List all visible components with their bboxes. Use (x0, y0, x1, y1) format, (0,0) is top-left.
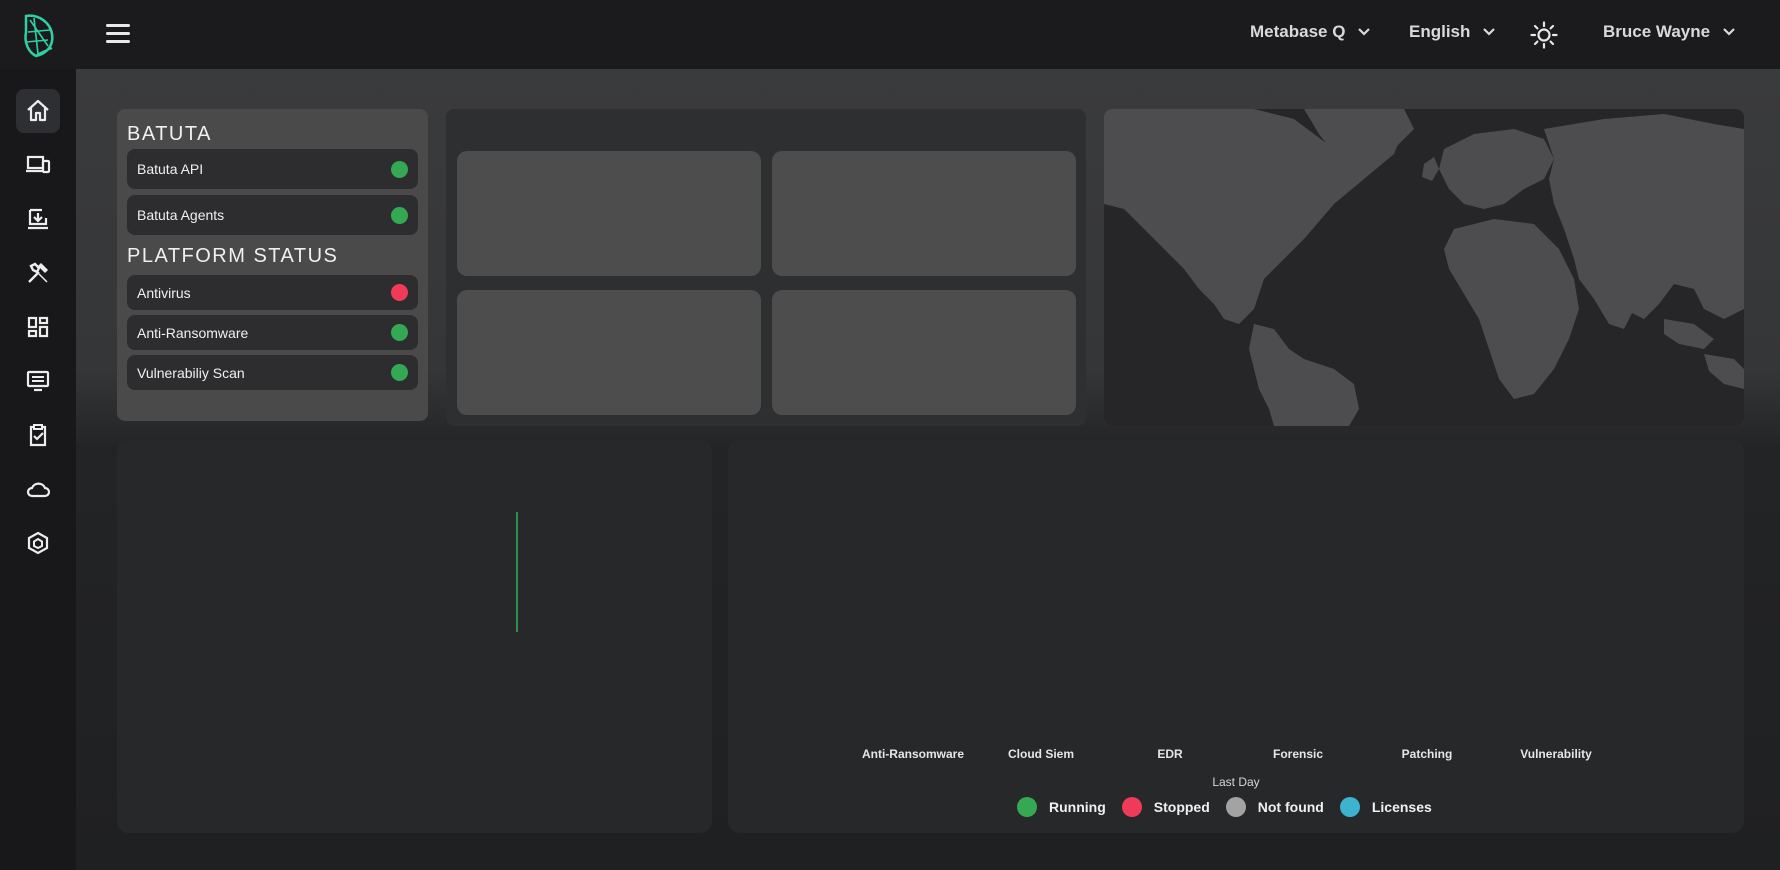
sidebar-item-dashboards[interactable] (16, 305, 60, 349)
chart-cursor-line (516, 512, 518, 632)
language-selector[interactable]: English (1409, 22, 1496, 42)
cloud-icon (26, 482, 51, 498)
user-menu[interactable]: Bruce Wayne (1603, 22, 1736, 42)
summary-cards-panel (446, 109, 1086, 426)
clipboard-check-icon (29, 424, 47, 447)
status-row-batuta-agents[interactable]: Batuta Agents (127, 195, 418, 235)
bottom-left-panel (117, 440, 712, 833)
sidebar-item-tools[interactable] (16, 251, 60, 295)
world-map (1104, 109, 1744, 426)
legend-item-stopped[interactable]: Stopped (1121, 797, 1210, 817)
summary-card-placeholder (772, 151, 1076, 276)
sidebar-item-downloads[interactable] (16, 197, 60, 241)
batuta-section-title: BATUTA (127, 123, 212, 145)
workspace-label: Metabase Q (1250, 22, 1346, 41)
legend-swatch (1339, 797, 1360, 817)
sidebar-item-tasks[interactable] (16, 413, 60, 457)
chart-legend: Running Stopped Not found Licenses (1017, 797, 1432, 817)
menu-toggle-button[interactable] (106, 24, 130, 44)
legend-label: Licenses (1371, 799, 1432, 815)
chart-period-label: Last Day (1212, 775, 1260, 789)
devices-icon (26, 155, 51, 174)
legend-swatch (1121, 797, 1142, 817)
tools-icon (28, 262, 49, 283)
status-row-label: Batuta Agents (137, 207, 225, 223)
sidebar-item-monitor[interactable] (16, 359, 60, 403)
legend-label: Running (1049, 799, 1106, 815)
sidebar-item-cloud[interactable] (16, 467, 60, 511)
sidebar-item-home[interactable] (16, 89, 60, 133)
download-icon (28, 208, 48, 230)
chart-category-label: EDR (1157, 747, 1183, 761)
status-running-indicator (391, 206, 408, 224)
summary-card-placeholder (457, 290, 761, 415)
status-running-indicator (391, 364, 408, 381)
theme-toggle-sun-icon[interactable] (1530, 21, 1558, 49)
legend-item-running[interactable]: Running (1017, 797, 1106, 817)
legend-label: Stopped (1153, 799, 1210, 815)
legend-item-licenses[interactable]: Licenses (1339, 797, 1432, 817)
status-stopped-indicator (391, 284, 408, 301)
sidebar-item-integrations[interactable] (16, 521, 60, 565)
status-row-batuta-api[interactable]: Batuta API (127, 149, 418, 189)
summary-card-placeholder (772, 290, 1076, 415)
legend-label: Not found (1257, 799, 1324, 815)
language-label: English (1409, 22, 1471, 41)
status-row-anti-ransomware[interactable]: Anti-Ransomware (127, 315, 418, 350)
status-row-label: Batuta API (137, 161, 204, 177)
summary-card-placeholder (457, 151, 761, 276)
dashboard-icon (27, 316, 49, 338)
chart-category-label: Patching (1401, 747, 1453, 761)
workspace-selector[interactable]: Metabase Q (1250, 22, 1371, 42)
chevron-down-icon (1483, 28, 1496, 36)
status-row-vulnerability-scan[interactable]: Vulnerabiliy Scan (127, 355, 418, 390)
status-row-label: Anti-Ransomware (137, 324, 249, 341)
monitor-icon (26, 370, 50, 392)
user-name: Bruce Wayne (1603, 22, 1711, 41)
status-running-indicator (391, 324, 408, 341)
chart-category-label: Vulnerability (1520, 747, 1592, 761)
cube-icon (27, 531, 49, 555)
chevron-down-icon (1723, 28, 1735, 36)
chart-category-label: Cloud Siem (1007, 747, 1075, 761)
status-row-label: Vulnerabiliy Scan (137, 364, 245, 381)
top-bar: Metabase Q English Bruce Wayne (0, 0, 1780, 69)
batuta-logo[interactable] (18, 12, 58, 58)
home-icon (27, 99, 49, 122)
status-row-antivirus[interactable]: Antivirus (127, 275, 418, 310)
chart-category-label: Forensic (1272, 747, 1324, 761)
chevron-down-icon (1358, 28, 1371, 36)
status-running-indicator (391, 160, 408, 178)
sidebar (0, 69, 76, 870)
legend-swatch (1225, 797, 1246, 817)
sidebar-item-devices[interactable] (16, 143, 60, 187)
status-row-label: Antivirus (137, 284, 191, 301)
legend-item-not-found[interactable]: Not found (1225, 797, 1324, 817)
world-map-panel[interactable] (1104, 109, 1744, 426)
legend-swatch (1017, 797, 1037, 817)
platform-status-section-title: PLATFORM STATUS (127, 245, 339, 267)
chart-category-label: Anti-Ransomware (861, 747, 965, 761)
status-panel: BATUTA Batuta API Batuta Agents PLATFORM… (117, 109, 428, 421)
